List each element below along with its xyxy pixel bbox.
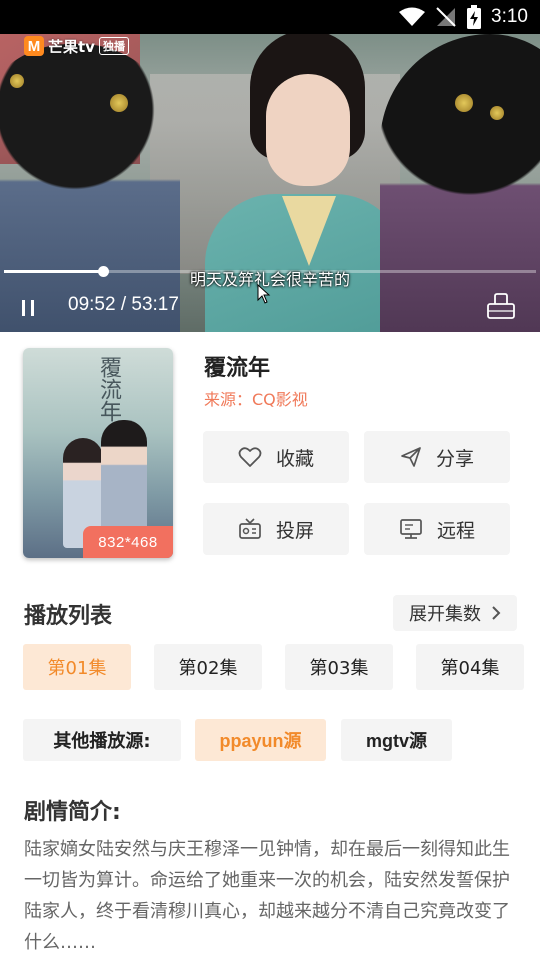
source-chip[interactable]: mgtv源 <box>341 719 452 761</box>
rotate-screen-icon[interactable] <box>486 292 516 320</box>
share-button[interactable]: 分享 <box>364 431 510 483</box>
show-source: 来源：CQ影视 <box>204 390 308 409</box>
favorite-button[interactable]: 收藏 <box>203 431 349 483</box>
total-time: 53:17 <box>131 294 179 315</box>
wifi-icon <box>399 7 426 26</box>
video-player[interactable]: M 芒果tv 独播 明天及笄礼会很辛苦的 09:52 / 53:17 <box>0 34 540 332</box>
playlist-title: 播放列表 <box>24 604 113 629</box>
time-readout: 09:52 / 53:17 <box>68 294 179 316</box>
battery-charging-icon <box>467 5 482 29</box>
poster-title: 覆流年 <box>96 356 121 422</box>
share-label: 分享 <box>435 447 474 470</box>
chevron-right-icon <box>492 606 501 620</box>
channel-logo-badge: 独播 <box>98 37 129 55</box>
other-sources-label: 其他播放源: <box>23 719 181 761</box>
status-bar: 3:10 <box>0 0 540 34</box>
heart-icon <box>238 447 262 467</box>
remote-label: 远程 <box>436 519 475 542</box>
episode-item[interactable]: 第04集 <box>416 644 524 690</box>
mango-logo-icon: M <box>24 36 44 56</box>
resolution-badge: 832*468 <box>83 526 173 558</box>
tv-icon <box>239 518 261 539</box>
time-separator: / <box>115 294 132 315</box>
status-icons: 3:10 <box>399 4 528 30</box>
mouse-cursor-icon <box>257 284 271 304</box>
favorite-label: 收藏 <box>275 447 314 470</box>
episode-item[interactable]: 第02集 <box>154 644 262 690</box>
episode-item[interactable]: 第03集 <box>285 644 393 690</box>
monitor-icon <box>400 519 422 539</box>
source-chip[interactable]: ppayun源 <box>195 719 326 761</box>
status-time: 3:10 <box>491 6 528 27</box>
share-icon <box>401 447 421 467</box>
synopsis-text: 陆家嫡女陆安然与庆王穆泽一见钟情，却在最后一刻得知此生一切皆为算计。命运给了她重… <box>24 839 510 953</box>
expand-episodes-button[interactable]: 展开集数 <box>393 595 517 631</box>
pause-button[interactable] <box>16 296 40 320</box>
cast-label: 投屏 <box>275 519 314 542</box>
channel-logo-text: 芒果tv <box>48 37 95 56</box>
no-signal-icon <box>436 7 456 27</box>
episode-item[interactable]: 第01集 <box>23 644 131 690</box>
cast-button[interactable]: 投屏 <box>203 503 349 555</box>
show-title: 覆流年 <box>204 356 271 381</box>
current-time: 09:52 <box>68 294 116 315</box>
expand-episodes-label: 展开集数 <box>409 604 481 625</box>
remote-button[interactable]: 远程 <box>364 503 510 555</box>
channel-logo: M 芒果tv 独播 <box>24 34 129 58</box>
synopsis-title: 剧情简介: <box>24 800 121 825</box>
